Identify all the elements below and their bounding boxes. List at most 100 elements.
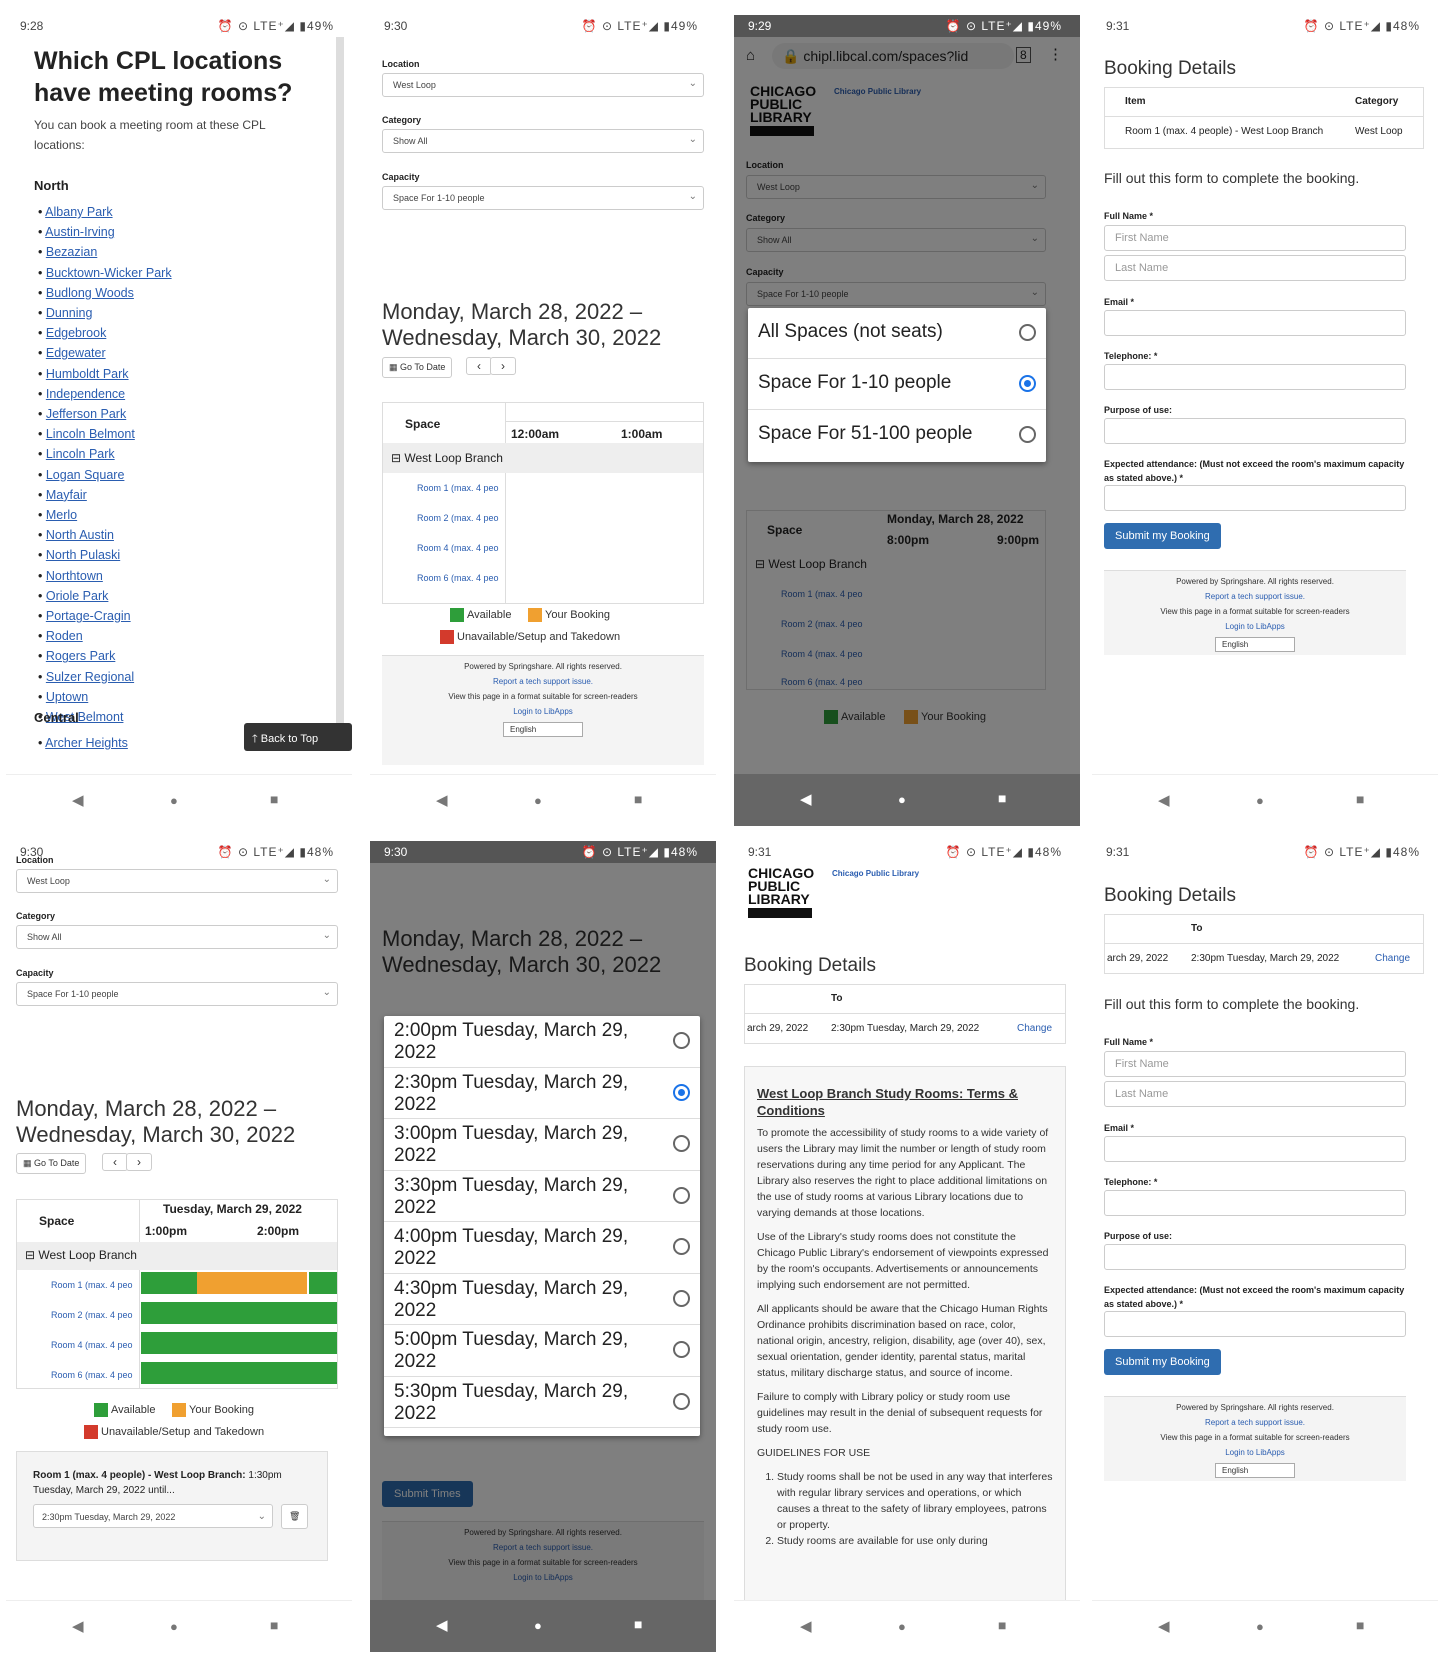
branch-row[interactable]: ⊟ West Loop Branch <box>391 451 503 465</box>
home-nav-icon[interactable]: ● <box>898 1619 906 1634</box>
language-select[interactable]: English <box>1215 1463 1295 1478</box>
location-link[interactable]: Northtown <box>46 569 103 583</box>
location-link[interactable]: Portage-Cragin <box>46 609 131 623</box>
recents-nav-icon[interactable]: ■ <box>1356 1617 1364 1633</box>
back-to-top-button[interactable]: 🡑 Back to Top <box>244 723 352 751</box>
attendance-input[interactable] <box>1104 1311 1406 1337</box>
location-link[interactable]: Independence <box>46 387 125 401</box>
location-link[interactable]: Lincoln Park <box>46 447 115 461</box>
location-link[interactable]: Budlong Woods <box>46 286 134 300</box>
go-to-date-button[interactable]: ▦ Go To Date <box>16 1153 87 1174</box>
recents-nav-icon[interactable]: ■ <box>1356 791 1364 807</box>
category-select[interactable]: Show All⌄ <box>16 925 338 949</box>
slot-available[interactable] <box>309 1272 337 1294</box>
purpose-input[interactable] <box>1104 1244 1406 1270</box>
telephone-input[interactable] <box>1104 1190 1406 1216</box>
back-nav-icon[interactable]: ◀ <box>436 791 448 809</box>
home-nav-icon[interactable]: ● <box>170 1619 178 1634</box>
end-time-option[interactable]: 2:00pm Tuesday, March 29, 2022 <box>384 1016 700 1068</box>
room-link[interactable]: Room 2 (max. 4 peo <box>51 1310 133 1320</box>
first-name-input[interactable]: First Name <box>1104 1051 1406 1077</box>
capacity-option[interactable]: Space For 1-10 people <box>748 359 1046 410</box>
recents-nav-icon[interactable]: ■ <box>998 1617 1006 1633</box>
language-select[interactable]: English <box>503 722 583 737</box>
location-link[interactable]: Jefferson Park <box>46 407 126 421</box>
end-time-option[interactable]: 2:30pm Tuesday, March 29, 2022 <box>384 1068 700 1119</box>
email-input[interactable] <box>1104 310 1406 336</box>
room-link[interactable]: Room 2 (max. 4 peo <box>417 513 499 523</box>
back-nav-icon[interactable]: ◀ <box>72 791 84 809</box>
capacity-option[interactable]: All Spaces (not seats) <box>748 308 1046 359</box>
home-nav-icon[interactable]: ● <box>534 1618 542 1633</box>
report-link[interactable]: Report a tech support issue. <box>1104 1418 1406 1427</box>
location-select[interactable]: West Loop⌄ <box>16 869 338 893</box>
room-link[interactable]: Room 1 (max. 4 peo <box>417 483 499 493</box>
recents-nav-icon[interactable]: ■ <box>998 790 1006 806</box>
slot-your-booking[interactable] <box>197 1272 307 1294</box>
location-link[interactable]: Lincoln Belmont <box>46 427 135 441</box>
room-link[interactable]: Room 1 (max. 4 peo <box>51 1280 133 1290</box>
category-select[interactable]: Show All⌄ <box>382 129 704 153</box>
recents-nav-icon[interactable]: ■ <box>634 791 642 807</box>
home-nav-icon[interactable]: ● <box>1256 793 1264 808</box>
login-link[interactable]: Login to LibApps <box>1104 1448 1406 1457</box>
slot-available[interactable] <box>141 1302 337 1324</box>
location-link[interactable]: Dunning <box>46 306 93 320</box>
home-nav-icon[interactable]: ● <box>170 793 178 808</box>
location-link[interactable]: Bezazian <box>46 245 97 259</box>
location-link[interactable]: Roden <box>46 629 83 643</box>
location-link[interactable]: Oriole Park <box>46 589 109 603</box>
location-link[interactable]: North Pulaski <box>46 548 120 562</box>
prev-button[interactable]: ‹ <box>102 1153 128 1171</box>
first-name-input[interactable]: First Name <box>1104 225 1406 251</box>
next-button[interactable]: › <box>126 1153 152 1171</box>
back-nav-icon[interactable]: ◀ <box>72 1617 84 1635</box>
end-time-option[interactable]: 5:30pm Tuesday, March 29, 2022 <box>384 1377 700 1428</box>
recents-nav-icon[interactable]: ■ <box>270 791 278 807</box>
login-link[interactable]: Login to LibApps <box>1104 622 1406 631</box>
location-link[interactable]: Edgebrook <box>46 326 106 340</box>
purpose-input[interactable] <box>1104 418 1406 444</box>
attendance-input[interactable] <box>1104 485 1406 511</box>
cpl-link[interactable]: Chicago Public Library <box>832 869 919 878</box>
login-link[interactable]: Login to LibApps <box>382 707 704 716</box>
slot-available[interactable] <box>141 1362 337 1384</box>
report-link[interactable]: Report a tech support issue. <box>382 677 704 686</box>
back-nav-icon[interactable]: ◀ <box>1158 791 1170 809</box>
slot-available[interactable] <box>141 1272 197 1294</box>
location-select[interactable]: West Loop⌄ <box>382 73 704 97</box>
end-time-option[interactable]: 3:30pm Tuesday, March 29, 2022 <box>384 1171 700 1222</box>
back-nav-icon[interactable]: ◀ <box>800 790 812 808</box>
recents-nav-icon[interactable]: ■ <box>270 1617 278 1633</box>
home-nav-icon[interactable]: ● <box>898 792 906 807</box>
branch-row[interactable]: ⊟ West Loop Branch <box>25 1248 137 1262</box>
location-link[interactable]: Edgewater <box>46 346 106 360</box>
location-link[interactable]: North Austin <box>46 528 114 542</box>
back-nav-icon[interactable]: ◀ <box>1158 1617 1170 1635</box>
end-time-select[interactable]: 2:30pm Tuesday, March 29, 2022 ⌄ <box>33 1504 273 1528</box>
email-input[interactable] <box>1104 1136 1406 1162</box>
location-link[interactable]: Humboldt Park <box>46 367 129 381</box>
end-time-option[interactable]: 3:00pm Tuesday, March 29, 2022 <box>384 1119 700 1171</box>
end-time-option[interactable]: 4:30pm Tuesday, March 29, 2022 <box>384 1274 700 1325</box>
room-link[interactable]: Room 4 (max. 4 peo <box>51 1340 133 1350</box>
back-nav-icon[interactable]: ◀ <box>436 1616 448 1634</box>
capacity-select[interactable]: Space For 1-10 people⌄ <box>382 186 704 210</box>
location-link[interactable]: Austin-Irving <box>45 225 114 239</box>
location-link[interactable]: Sulzer Regional <box>46 670 134 684</box>
capacity-option[interactable]: Space For 51-100 people <box>748 410 1046 462</box>
home-nav-icon[interactable]: ● <box>1256 1619 1264 1634</box>
location-link[interactable]: Rogers Park <box>46 649 115 663</box>
room-link[interactable]: Room 4 (max. 4 peo <box>417 543 499 553</box>
room-link[interactable]: Room 6 (max. 4 peo <box>51 1370 133 1380</box>
remove-booking-button[interactable]: 🗑 <box>281 1504 309 1529</box>
submit-booking-button[interactable]: Submit my Booking <box>1104 523 1221 549</box>
submit-booking-button[interactable]: Submit my Booking <box>1104 1349 1221 1375</box>
location-link[interactable]: Albany Park <box>45 205 112 219</box>
slot-available[interactable] <box>141 1332 337 1354</box>
prev-button[interactable]: ‹ <box>466 357 492 375</box>
go-to-date-button[interactable]: ▦ Go To Date <box>382 357 453 378</box>
change-link[interactable]: Change <box>1375 953 1410 964</box>
location-link[interactable]: Merlo <box>46 508 77 522</box>
location-link[interactable]: Logan Square <box>46 468 125 482</box>
